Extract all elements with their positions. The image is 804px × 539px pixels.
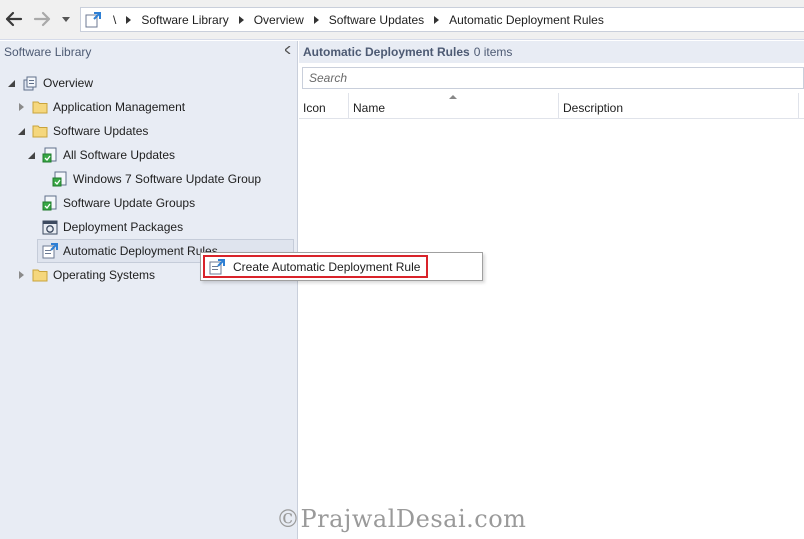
software-update-icon bbox=[42, 147, 58, 163]
software-update-group-icon bbox=[52, 171, 68, 187]
tree-item-label: Operating Systems bbox=[53, 268, 156, 282]
tree-item-application-management[interactable]: Application Management bbox=[16, 96, 185, 118]
tree-item-software-update-groups[interactable]: Software Update Groups bbox=[42, 192, 195, 214]
expand-toggle[interactable] bbox=[16, 126, 26, 136]
deployment-package-icon bbox=[42, 219, 58, 235]
expand-toggle[interactable] bbox=[26, 150, 36, 160]
breadcrumb-root[interactable]: \ bbox=[113, 13, 116, 27]
history-dropdown-button[interactable] bbox=[59, 8, 73, 30]
expanded-arrow-icon bbox=[17, 127, 25, 135]
column-header-description[interactable]: Description bbox=[559, 93, 799, 119]
breadcrumb-separator-icon[interactable] bbox=[238, 15, 244, 24]
tree-item-windows-7-software-update-group[interactable]: Windows 7 Software Update Group bbox=[52, 168, 261, 190]
results-count: 0 items bbox=[473, 45, 513, 59]
results-header: Automatic Deployment Rules 0 items bbox=[299, 41, 804, 63]
chevron-left-icon bbox=[283, 45, 291, 55]
collapsed-arrow-icon bbox=[18, 271, 24, 279]
breadcrumb-item-automatic-deployment-rules[interactable]: Automatic Deployment Rules bbox=[449, 13, 604, 27]
forward-button[interactable] bbox=[31, 8, 53, 30]
tree-item-label: Software Updates bbox=[53, 124, 149, 138]
tree-item-all-software-updates[interactable]: All Software Updates bbox=[26, 144, 175, 166]
tree-item-overview[interactable]: Overview bbox=[6, 72, 93, 94]
chevron-down-icon bbox=[62, 16, 70, 22]
collapsed-arrow-icon bbox=[18, 103, 24, 111]
expanded-arrow-icon bbox=[27, 151, 35, 159]
tree-item-deployment-packages[interactable]: Deployment Packages bbox=[42, 216, 183, 238]
column-header-row: Icon Name Description bbox=[299, 93, 804, 119]
breadcrumb-item-overview[interactable]: Overview bbox=[254, 13, 304, 27]
address-toolbar: \ Software Library Overview Software Upd… bbox=[0, 0, 804, 40]
tree-item-operating-systems[interactable]: Operating Systems bbox=[16, 264, 155, 286]
forward-arrow-icon bbox=[33, 11, 51, 27]
tree-item-label: Automatic Deployment Rules bbox=[63, 244, 218, 258]
tree-item-label: Software Update Groups bbox=[63, 196, 196, 210]
search-box[interactable] bbox=[302, 67, 804, 89]
expand-toggle[interactable] bbox=[16, 270, 26, 280]
console-icon bbox=[85, 11, 103, 29]
expand-toggle[interactable] bbox=[6, 78, 16, 88]
column-header-icon[interactable]: Icon bbox=[299, 93, 349, 119]
collapse-pane-button[interactable] bbox=[283, 45, 291, 57]
watermark: ©PrajwalDesai.com bbox=[276, 505, 527, 533]
tree-item-label: Application Management bbox=[53, 100, 186, 114]
folder-icon bbox=[32, 123, 48, 139]
tree-item-label: All Software Updates bbox=[63, 148, 176, 162]
breadcrumb-separator-icon[interactable] bbox=[126, 15, 132, 24]
menu-item-create-automatic-deployment-rule[interactable]: Create Automatic Deployment Rule bbox=[203, 255, 428, 278]
software-update-groups-icon bbox=[42, 195, 58, 211]
back-arrow-icon bbox=[5, 11, 23, 27]
menu-item-label: Create Automatic Deployment Rule bbox=[233, 259, 421, 274]
tree-item-label: Windows 7 Software Update Group bbox=[73, 172, 262, 186]
sort-ascending-icon bbox=[449, 95, 457, 99]
breadcrumb-separator-icon[interactable] bbox=[313, 15, 319, 24]
search-input[interactable] bbox=[303, 68, 803, 88]
breadcrumb-separator-icon[interactable] bbox=[434, 15, 440, 24]
tree-item-software-updates[interactable]: Software Updates bbox=[16, 120, 148, 142]
folder-icon bbox=[32, 99, 48, 115]
breadcrumb-item-software-library[interactable]: Software Library bbox=[141, 13, 228, 27]
expand-toggle[interactable] bbox=[16, 102, 26, 112]
expanded-arrow-icon bbox=[7, 79, 15, 87]
breadcrumb[interactable]: \ Software Library Overview Software Upd… bbox=[80, 7, 804, 32]
results-pane: Automatic Deployment Rules 0 items Icon … bbox=[299, 41, 804, 539]
create-rule-icon bbox=[209, 258, 225, 275]
pane-title: Software Library bbox=[4, 45, 92, 59]
navigation-pane: Software Library Overview Application Ma… bbox=[0, 41, 298, 539]
tree-item-label: Deployment Packages bbox=[63, 220, 184, 234]
breadcrumb-item-software-updates[interactable]: Software Updates bbox=[329, 13, 424, 27]
automatic-deployment-rule-icon bbox=[42, 243, 58, 259]
tree-item-label: Overview bbox=[43, 76, 94, 90]
overview-icon bbox=[22, 75, 38, 91]
context-menu: Create Automatic Deployment Rule bbox=[200, 252, 483, 281]
back-button[interactable] bbox=[3, 8, 25, 30]
results-title: Automatic Deployment Rules bbox=[303, 45, 470, 59]
folder-icon bbox=[32, 267, 48, 283]
